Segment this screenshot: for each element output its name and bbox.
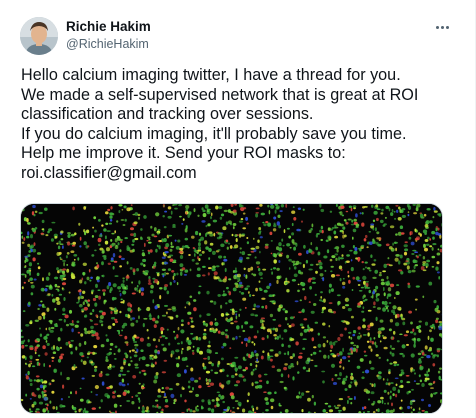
tweet-text-line: Hello calcium imaging twitter, I have a … bbox=[21, 66, 401, 84]
tweet-text: Hello calcium imaging twitter, I have a … bbox=[21, 66, 466, 184]
tweet-text-line: If you do calcium imaging, it'll probabl… bbox=[21, 124, 407, 143]
avatar-image bbox=[20, 17, 58, 55]
tweet-text-line: We made a self-supervised network that i… bbox=[21, 85, 419, 104]
tweet-text-line: roi.classifier@gmail.com bbox=[21, 163, 197, 182]
tweet-text-line: Help me improve it. Send your ROI masks … bbox=[21, 144, 346, 163]
author-display-name[interactable]: Richie Hakim bbox=[66, 19, 151, 35]
more-options-icon[interactable] bbox=[431, 18, 453, 36]
avatar[interactable] bbox=[20, 17, 58, 55]
roi-mask-image bbox=[21, 204, 442, 413]
dot bbox=[445, 25, 449, 29]
tweet[interactable]: Richie Hakim @RichieHakim Hello calcium … bbox=[0, 0, 476, 418]
author-block: Richie Hakim @RichieHakim bbox=[66, 19, 151, 53]
tweet-text-line: classification and tracking over session… bbox=[21, 105, 314, 124]
dot bbox=[435, 25, 439, 29]
author-handle[interactable]: @RichieHakim bbox=[66, 35, 151, 53]
dot bbox=[440, 25, 444, 29]
tweet-media-image[interactable] bbox=[20, 203, 443, 414]
